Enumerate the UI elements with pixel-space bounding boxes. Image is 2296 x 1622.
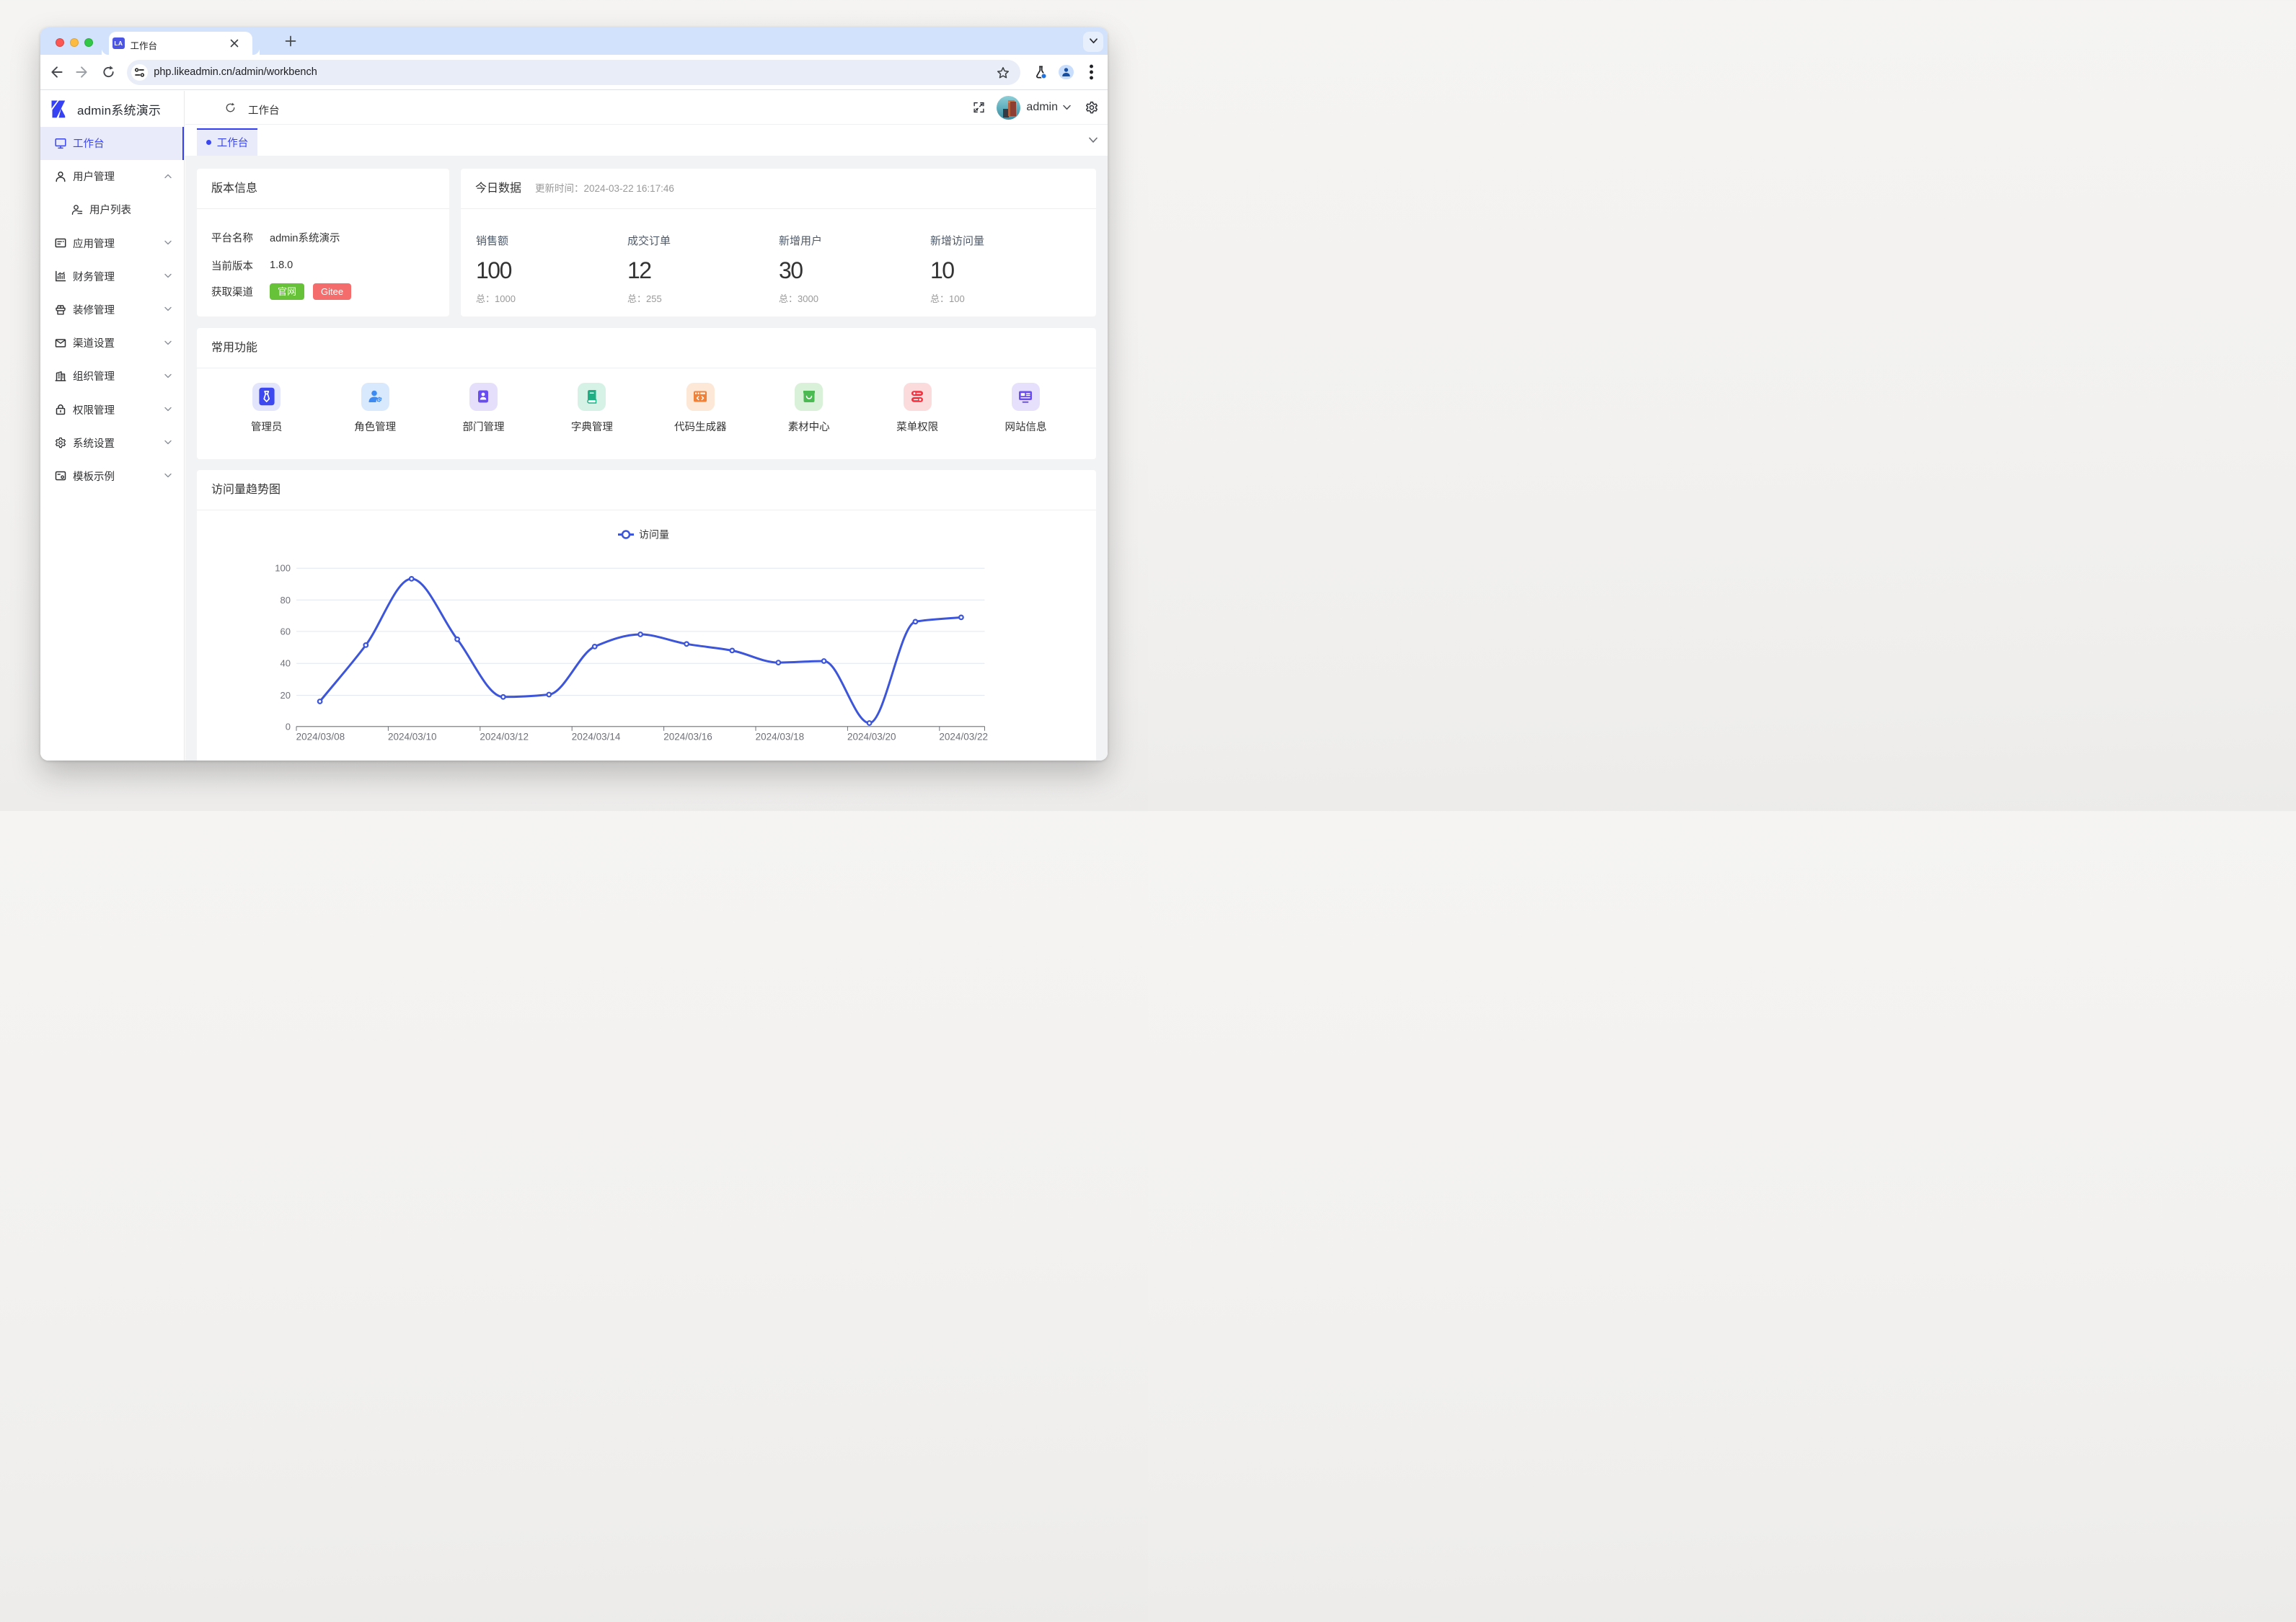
svg-text:2024/03/20: 2024/03/20 (847, 731, 896, 742)
svg-text:100: 100 (275, 562, 291, 573)
svg-text:20: 20 (281, 690, 291, 701)
svg-text:2024/03/22: 2024/03/22 (939, 731, 988, 742)
svg-text:40: 40 (281, 657, 291, 668)
svg-text:60: 60 (281, 626, 291, 637)
svg-text:访问量: 访问量 (639, 528, 669, 540)
svg-text:2024/03/18: 2024/03/18 (756, 731, 805, 742)
svg-text:2024/03/14: 2024/03/14 (572, 731, 621, 742)
svg-text:0: 0 (286, 721, 291, 732)
svg-text:80: 80 (281, 594, 291, 605)
svg-text:2024/03/12: 2024/03/12 (480, 731, 529, 742)
svg-text:2024/03/16: 2024/03/16 (663, 731, 712, 742)
svg-text:2024/03/08: 2024/03/08 (296, 731, 345, 742)
svg-text:2024/03/10: 2024/03/10 (388, 731, 437, 742)
